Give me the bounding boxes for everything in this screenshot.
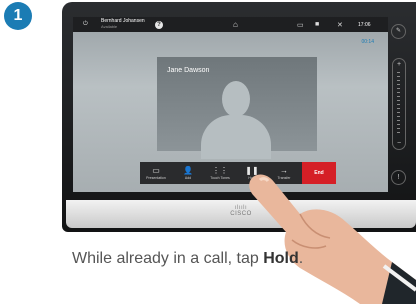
camera-icon[interactable]: ■ [315, 21, 319, 28]
in-call-control-bar: ▭ Presentation 👤 Add ⋮⋮ Touch Tones ❚❚ H… [140, 162, 336, 184]
user-presence[interactable]: Bernhard Johansen Available [101, 19, 145, 30]
volume-track [397, 72, 400, 136]
presentation-button[interactable]: ▭ Presentation [140, 162, 172, 184]
instruction-caption: While already in a call, tap Hold. [72, 248, 303, 270]
end-call-button[interactable]: End [302, 162, 336, 184]
keypad-icon: ⋮⋮ [212, 166, 228, 175]
home-icon[interactable]: ⌂ [233, 20, 238, 29]
monitor-icon: ▭ [152, 166, 160, 175]
microphone-mute-icon[interactable]: ✕ [337, 21, 343, 29]
volume-slider[interactable]: + − [392, 58, 406, 150]
volume-down-icon[interactable]: − [393, 140, 405, 147]
brand-name: CISCO [230, 211, 252, 217]
add-label: Add [184, 176, 192, 180]
touch-tones-button[interactable]: ⋮⋮ Touch Tones [204, 162, 236, 184]
caption-suffix: . [298, 250, 304, 267]
touch-screen: ⏻ Bernhard Johansen Available ? ⌂ ▭ ■ ✕ … [73, 17, 388, 192]
transfer-icon: → [280, 166, 288, 175]
page-indicator [231, 153, 251, 166]
pause-icon: ❚❚ [245, 166, 259, 175]
caption-emphasis: Hold [263, 250, 299, 267]
touch-tones-label: Touch Tones [210, 176, 230, 180]
caption-text: While already in a call, tap [72, 250, 264, 267]
status-bar: ⏻ Bernhard Johansen Available ? ⌂ ▭ ■ ✕ … [73, 17, 388, 32]
info-icon[interactable]: ! [391, 170, 406, 185]
help-icon[interactable]: ? [155, 20, 163, 29]
call-duration: 00:14 [361, 39, 374, 45]
step-number-badge: 1 [4, 2, 32, 30]
end-label: End [314, 170, 324, 176]
add-button[interactable]: 👤 Add [172, 162, 204, 184]
cisco-logo: ılıılı CISCO [230, 205, 252, 217]
avatar-head [222, 81, 250, 117]
hold-button[interactable]: ❚❚ Hold [236, 162, 268, 184]
hold-label: Hold [248, 176, 256, 180]
volume-up-icon[interactable]: + [393, 61, 405, 68]
remote-participant-name: Jane Dawson [167, 67, 210, 74]
transfer-label: Transfer [277, 176, 291, 180]
transfer-button[interactable]: → Transfer [268, 162, 300, 184]
clock-time: 17:06 [358, 21, 371, 28]
layout-icon[interactable]: ▭ [297, 21, 304, 29]
power-icon[interactable]: ⏻ [83, 21, 88, 28]
mute-mic-side-icon[interactable]: ✎ [391, 24, 406, 39]
add-user-icon: 👤 [183, 166, 193, 175]
remote-video: Jane Dawson [157, 57, 317, 159]
device-base: ılıılı CISCO [66, 200, 416, 228]
presentation-label: Presentation [146, 176, 166, 180]
user-status: Available [101, 24, 118, 29]
